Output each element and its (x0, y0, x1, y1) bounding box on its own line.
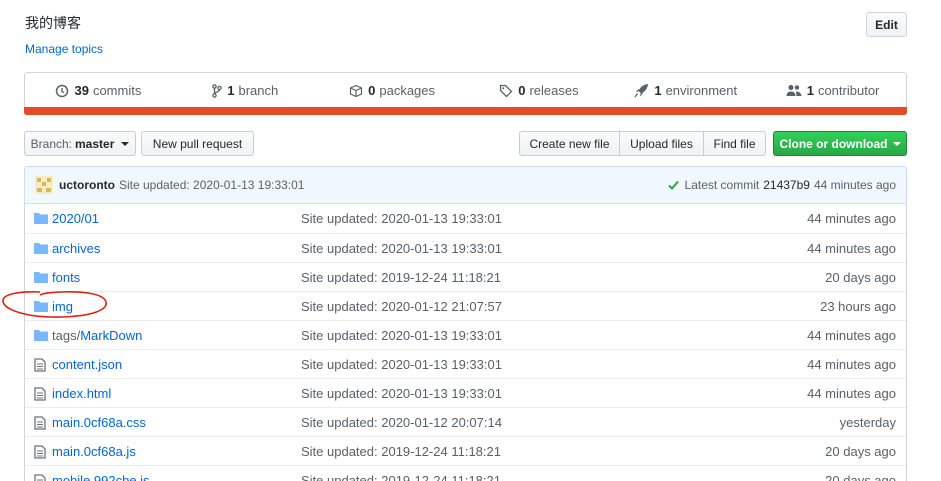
file-commit-message[interactable]: Site updated: 2020-01-12 20:07:14 (301, 415, 502, 430)
folder-icon (34, 213, 48, 224)
file-row: tags/MarkDown Site updated: 2020-01-13 1… (25, 320, 906, 349)
clone-label: Clone or download (779, 136, 888, 151)
file-age: 20 days ago (825, 444, 896, 459)
file-age: 44 minutes ago (807, 386, 896, 401)
file-name-link[interactable]: mobile.992cbe.js (52, 473, 150, 481)
file-commit-message[interactable]: Site updated: 2020-01-13 19:33:01 (301, 357, 502, 372)
branch-icon (212, 83, 223, 98)
latest-commit-bar: uctoronto Site updated: 2020-01-13 19:33… (24, 166, 907, 204)
commits-count: 39 (74, 83, 89, 98)
branches-label: branch (238, 83, 279, 98)
file-name-link[interactable]: main.0cf68a.css (52, 415, 146, 430)
check-icon (667, 180, 679, 190)
commits-label: commits (92, 83, 142, 98)
packages-count: 0 (368, 83, 376, 98)
branches-count: 1 (227, 83, 235, 98)
file-row: main.0cf68a.css Site updated: 2020-01-12… (25, 407, 906, 436)
file-age: 20 days ago (825, 473, 896, 481)
language-bar[interactable] (24, 107, 907, 115)
file-name-prefix: tags/ (52, 328, 81, 343)
commit-sha[interactable]: 21437b9 (763, 178, 810, 192)
contributors-label: contributor (817, 83, 880, 98)
file-name-text: MarkDown (80, 328, 143, 343)
repo-description: 我的博客 (25, 15, 81, 31)
file-age: yesterday (839, 415, 896, 430)
releases-count: 0 (518, 83, 526, 98)
file-age: 23 hours ago (820, 299, 896, 314)
annotation-circle (2, 291, 107, 318)
create-new-file-button[interactable]: Create new file (519, 131, 620, 156)
file-commit-message[interactable]: Site updated: 2020-01-12 21:07:57 (301, 299, 502, 314)
upload-files-button[interactable]: Upload files (619, 131, 704, 156)
file-commit-message[interactable]: Site updated: 2019-12-24 11:18:21 (301, 444, 501, 459)
file-commit-message[interactable]: Site updated: 2020-01-13 19:33:01 (301, 211, 502, 226)
packages-label: packages (379, 83, 436, 98)
file-row: content.json Site updated: 2020-01-13 19… (25, 349, 906, 378)
file-age: 44 minutes ago (807, 241, 896, 256)
branch-value: master (75, 136, 115, 151)
file-age: 44 minutes ago (807, 357, 896, 372)
file-row: img Site updated: 2020-01-12 21:07:57 23… (25, 291, 906, 320)
file-name-link[interactable]: index.html (52, 386, 111, 401)
file-row: archives Site updated: 2020-01-13 19:33:… (25, 233, 906, 262)
releases-label: releases (529, 83, 579, 98)
file-row: fonts Site updated: 2019-12-24 11:18:21 … (25, 262, 906, 291)
file-commit-message[interactable]: Site updated: 2019-12-24 11:18:21 (301, 270, 501, 285)
find-file-button[interactable]: Find file (703, 131, 766, 156)
chevron-down-icon (892, 141, 901, 146)
file-icon (34, 445, 46, 459)
branch-select-button[interactable]: Branch: master (24, 131, 136, 156)
file-icon (34, 358, 46, 372)
file-commit-message[interactable]: Site updated: 2019-12-24 11:18:21 (301, 473, 501, 481)
file-name-link[interactable]: main.0cf68a.js (52, 444, 136, 459)
file-icon (34, 387, 46, 401)
folder-icon (34, 330, 48, 341)
folder-icon (34, 272, 48, 283)
commit-author[interactable]: uctoronto (59, 178, 115, 192)
file-name-link[interactable]: content.json (52, 357, 122, 372)
latest-commit-label: Latest commit (684, 178, 760, 192)
avatar[interactable] (35, 176, 53, 194)
package-icon (350, 84, 363, 97)
file-name-link[interactable]: fonts (52, 270, 80, 285)
file-row: 2020/01 Site updated: 2020-01-13 19:33:0… (25, 204, 906, 233)
manage-topics-link[interactable]: Manage topics (25, 42, 103, 56)
tag-icon (500, 84, 513, 97)
file-icon (34, 474, 46, 481)
environments-label: environment (665, 83, 738, 98)
new-pull-request-button[interactable]: New pull request (141, 131, 254, 156)
environments-count: 1 (654, 83, 662, 98)
file-age: 20 days ago (825, 270, 896, 285)
rocket-icon (634, 84, 649, 98)
file-commit-message[interactable]: Site updated: 2020-01-13 19:33:01 (301, 241, 502, 256)
file-commit-message[interactable]: Site updated: 2020-01-13 19:33:01 (301, 386, 502, 401)
file-name-link[interactable]: archives (52, 241, 100, 256)
file-icon (34, 416, 46, 430)
file-row: mobile.992cbe.js Site updated: 2019-12-2… (25, 465, 906, 481)
file-name-link[interactable]: tags/MarkDown (52, 328, 142, 343)
file-list: 2020/01 Site updated: 2020-01-13 19:33:0… (24, 204, 907, 481)
history-icon (56, 84, 69, 97)
file-commit-message[interactable]: Site updated: 2020-01-13 19:33:01 (301, 328, 502, 343)
folder-icon (34, 243, 48, 254)
commit-age: 44 minutes ago (813, 178, 896, 192)
chevron-down-icon (121, 141, 130, 146)
commit-meta: Latest commit 21437b9 44 minutes ago (667, 178, 896, 192)
commit-message[interactable]: Site updated: 2020-01-13 19:33:01 (119, 178, 304, 192)
clone-download-button[interactable]: Clone or download (773, 131, 907, 156)
file-age: 44 minutes ago (807, 211, 896, 226)
people-icon (786, 85, 802, 96)
contributors-count: 1 (806, 83, 814, 98)
branch-label: Branch: (30, 136, 72, 151)
edit-button[interactable]: Edit (866, 12, 907, 37)
file-row: index.html Site updated: 2020-01-13 19:3… (25, 378, 906, 407)
file-age: 44 minutes ago (807, 328, 896, 343)
file-name-link[interactable]: 2020/01 (52, 211, 99, 226)
file-row: main.0cf68a.js Site updated: 2019-12-24 … (25, 436, 906, 465)
